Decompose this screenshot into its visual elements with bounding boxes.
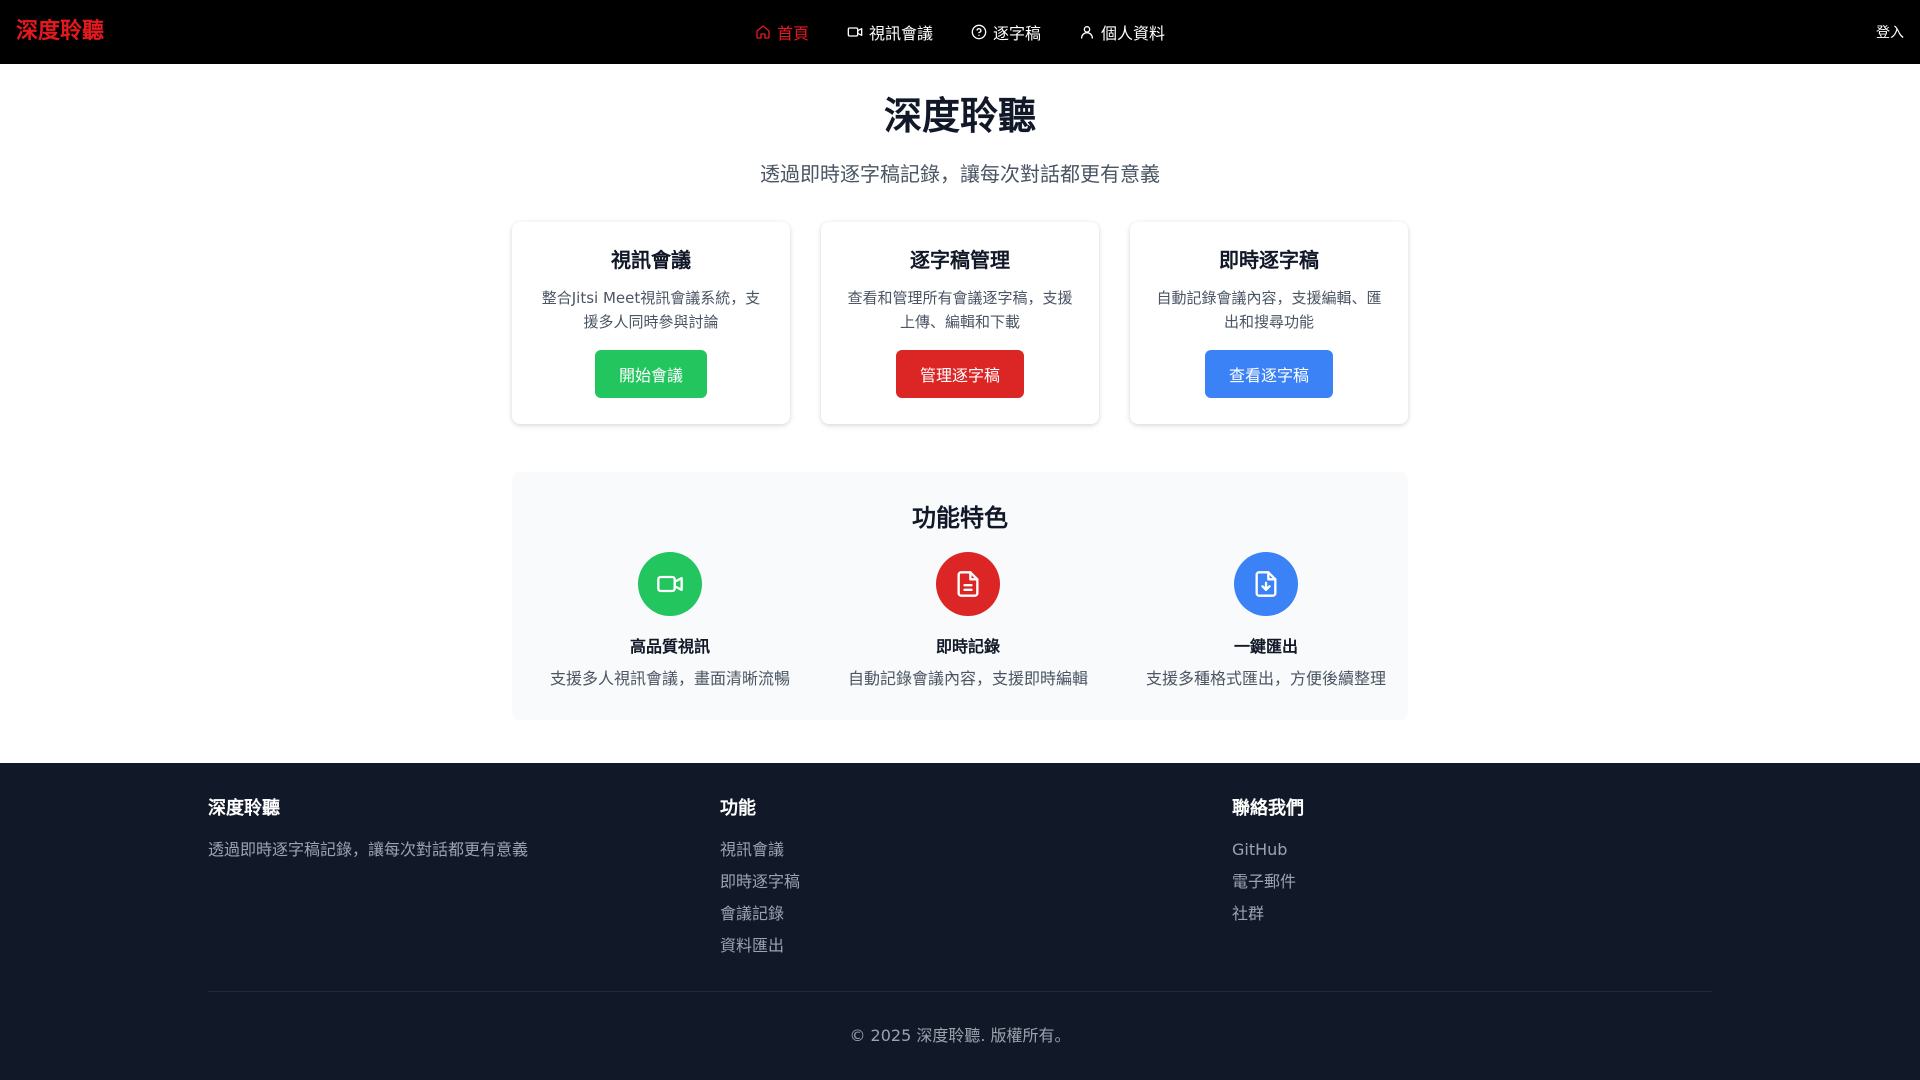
feature-item: 高品質視訊 支援多人視訊會議，畫面清晰流暢 bbox=[540, 552, 800, 690]
view-transcripts-button[interactable]: 查看逐字稿 bbox=[1204, 350, 1333, 398]
home-icon bbox=[756, 25, 770, 39]
card-video-meeting: 視訊會議 整合Jitsi Meet視訊會議系統，支援多人同時參與討論 開始會議 bbox=[512, 222, 790, 424]
footer-divider bbox=[208, 991, 1712, 992]
card-description: 查看和管理所有會議逐字稿，支援上傳、編輯和下載 bbox=[847, 289, 1073, 331]
document-icon bbox=[936, 552, 1000, 616]
card-live-transcript: 即時逐字稿 自動記錄會議內容，支援編輯、匯出和搜尋功能 查看逐字稿 bbox=[1130, 222, 1408, 424]
nav-item-video-meeting[interactable]: 視訊會議 bbox=[847, 20, 933, 44]
video-icon bbox=[638, 552, 702, 616]
nav-item-label: 首頁 bbox=[776, 24, 809, 43]
footer-heading: 聯絡我們 bbox=[1232, 798, 1304, 819]
footer-link[interactable]: 會議記錄 bbox=[720, 903, 1140, 925]
card-title: 即時逐字稿 bbox=[1219, 248, 1319, 272]
card-title: 逐字稿管理 bbox=[910, 248, 1010, 272]
page-subtitle: 透過即時逐字稿記錄，讓每次對話都更有意義 bbox=[760, 162, 1160, 186]
feature-description: 支援多人視訊會議，畫面清晰流暢 bbox=[549, 669, 790, 688]
page-title: 深度聆聽 bbox=[883, 94, 1036, 138]
feature-description: 自動記錄會議內容，支援即時編輯 bbox=[847, 669, 1088, 688]
feature-item: 一鍵匯出 支援多種格式匯出，方便後續整理 bbox=[1136, 552, 1396, 690]
features-title: 功能特色 bbox=[912, 504, 1008, 532]
nav-item-home[interactable]: 首頁 bbox=[755, 20, 809, 44]
nav-item-label: 逐字稿 bbox=[993, 24, 1042, 43]
footer-link[interactable]: 電子郵件 bbox=[1232, 871, 1652, 893]
feature-description: 支援多種格式匯出，方便後續整理 bbox=[1145, 669, 1386, 688]
copyright: © 2025 深度聆聽. 版權所有。 bbox=[849, 1026, 1071, 1045]
feature-title: 高品質視訊 bbox=[629, 637, 710, 656]
footer-about: 深度聆聽 透過即時逐字稿記錄，讓每次對話都更有意義 bbox=[208, 797, 628, 861]
top-navbar: 深度聆聽 首頁 視訊會議 逐字稿 個人資料 登入 bbox=[0, 0, 1920, 64]
manage-transcripts-button[interactable]: 管理逐字稿 bbox=[895, 350, 1024, 398]
card-title: 視訊會議 bbox=[611, 248, 691, 272]
login-link[interactable]: 登入 bbox=[1876, 22, 1904, 42]
card-description: 自動記錄會議內容，支援編輯、匯出和搜尋功能 bbox=[1156, 289, 1382, 331]
footer-tagline: 透過即時逐字稿記錄，讓每次對話都更有意義 bbox=[208, 840, 529, 859]
feature-title: 即時記錄 bbox=[935, 637, 1000, 656]
footer-heading: 功能 bbox=[720, 798, 756, 819]
footer-brand: 深度聆聽 bbox=[208, 798, 280, 819]
footer-contact: 聯絡我們 GitHub 電子郵件 社群 bbox=[1232, 797, 1652, 935]
file-download-icon bbox=[1234, 552, 1298, 616]
footer: 深度聆聽 透過即時逐字稿記錄，讓每次對話都更有意義 功能 視訊會議 即時逐字稿 … bbox=[0, 763, 1920, 1080]
start-meeting-button[interactable]: 開始會議 bbox=[594, 350, 707, 398]
nav-item-label: 個人資料 bbox=[1101, 24, 1166, 43]
footer-link[interactable]: 視訊會議 bbox=[720, 839, 1140, 861]
footer-features: 功能 視訊會議 即時逐字稿 會議記錄 資料匯出 bbox=[720, 797, 1140, 967]
footer-link[interactable]: GitHub bbox=[1232, 839, 1652, 861]
nav-item-transcript[interactable]: 逐字稿 bbox=[971, 20, 1041, 44]
footer-link[interactable]: 資料匯出 bbox=[720, 935, 1140, 957]
action-cards: 視訊會議 整合Jitsi Meet視訊會議系統，支援多人同時參與討論 開始會議 … bbox=[512, 222, 1408, 424]
feature-title: 一鍵匯出 bbox=[1233, 637, 1298, 656]
main-nav: 首頁 視訊會議 逐字稿 個人資料 bbox=[0, 0, 1920, 64]
video-icon bbox=[847, 27, 863, 37]
card-transcript-management: 逐字稿管理 查看和管理所有會議逐字稿，支援上傳、編輯和下載 管理逐字稿 bbox=[821, 222, 1099, 424]
help-circle-icon bbox=[971, 24, 987, 40]
card-description: 整合Jitsi Meet視訊會議系統，支援多人同時參與討論 bbox=[541, 289, 761, 331]
feature-item: 即時記錄 自動記錄會議內容，支援即時編輯 bbox=[838, 552, 1098, 690]
nav-item-profile[interactable]: 個人資料 bbox=[1079, 20, 1165, 44]
features-section: 功能特色 高品質視訊 支援多人視訊會議，畫面清晰流暢 即時記錄 自動記錄會議內容… bbox=[512, 472, 1408, 720]
footer-link[interactable]: 即時逐字稿 bbox=[720, 871, 1140, 893]
nav-item-label: 視訊會議 bbox=[868, 24, 933, 43]
user-icon bbox=[1081, 26, 1094, 39]
footer-link[interactable]: 社群 bbox=[1232, 903, 1652, 925]
